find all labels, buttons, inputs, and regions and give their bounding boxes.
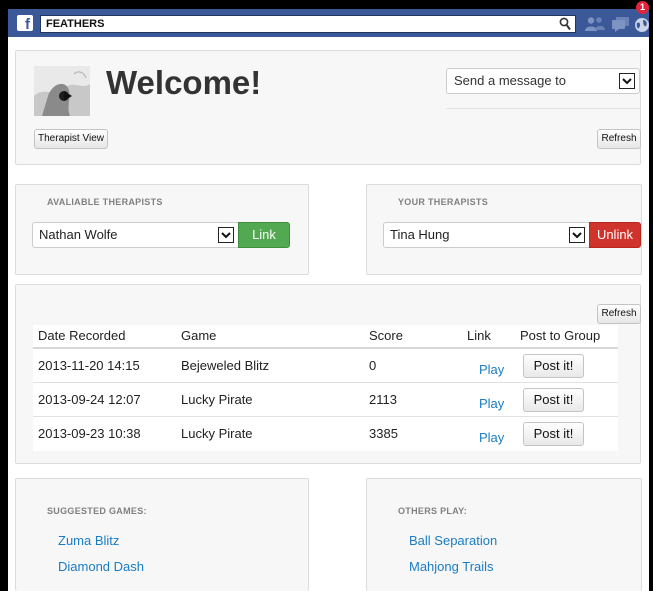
welcome-panel: Welcome! Send a message to Therapist Vie… (15, 50, 641, 165)
chevron-down-icon[interactable] (218, 227, 234, 243)
suggested-games-panel: SUGGESTED GAMES: Zuma Blitz Diamond Dash (15, 478, 309, 591)
chevron-down-icon[interactable] (619, 73, 635, 89)
facebook-top-bar: f FEATHERS (8, 9, 649, 37)
header-link: Link (467, 328, 491, 343)
your-therapists-panel: YOUR THERAPISTS Tina Hung Unlink (366, 184, 642, 275)
row-game: Lucky Pirate (181, 426, 253, 441)
suggested-game-link[interactable]: Zuma Blitz (58, 533, 119, 548)
row-score: 3385 (369, 426, 398, 441)
suggested-game-link[interactable]: Diamond Dash (58, 559, 144, 574)
refresh-button[interactable]: Refresh (597, 129, 641, 149)
send-message-placeholder: Send a message to (454, 73, 567, 88)
therapist-view-button[interactable]: Therapist View (34, 129, 108, 149)
refresh-scores-button[interactable]: Refresh (597, 304, 641, 324)
row-score: 2113 (369, 392, 397, 407)
scores-panel: Refresh Date Recorded Game Score Link Po… (15, 284, 641, 464)
row-game: Bejeweled Blitz (181, 358, 270, 373)
row-date: 2013-11-20 14:15 (38, 358, 140, 373)
your-therapist-value: Tina Hung (390, 227, 450, 242)
your-therapist-select[interactable]: Tina Hung (383, 222, 590, 248)
app-name: FEATHERS (46, 18, 105, 30)
others-play-title: OTHERS PLAY: (398, 506, 468, 516)
available-therapist-select[interactable]: Nathan Wolfe (32, 222, 239, 248)
notification-badge[interactable]: 1 (636, 1, 649, 14)
available-therapists-title: AVALIABLE THERAPISTS (47, 197, 163, 207)
scores-table: Date Recorded Game Score Link Post to Gr… (33, 325, 618, 451)
avatar (34, 66, 90, 116)
post-it-button[interactable]: Post it! (523, 422, 584, 446)
friends-icon[interactable] (585, 16, 605, 32)
suggested-games-title: SUGGESTED GAMES: (47, 506, 147, 516)
others-game-link[interactable]: Ball Separation (409, 533, 497, 548)
avatar-image (34, 66, 90, 116)
divider (446, 108, 640, 109)
others-play-panel: OTHERS PLAY: Ball Separation Mahjong Tra… (366, 478, 642, 591)
globe-icon[interactable] (634, 16, 652, 32)
header-post: Post to Group (520, 328, 601, 343)
table-header: Date Recorded Game Score Link Post to Gr… (33, 325, 618, 349)
table-row: 2013-09-23 10:38 Lucky Pirate 3385 Play … (33, 417, 618, 451)
play-link[interactable]: Play (479, 362, 504, 377)
header-game: Game (181, 328, 217, 343)
link-button[interactable]: Link (238, 222, 290, 248)
header-score: Score (369, 328, 403, 343)
chevron-down-icon[interactable] (569, 227, 585, 243)
facebook-logo-icon[interactable]: f (17, 15, 33, 31)
table-row: 2013-11-20 14:15 Bejeweled Blitz 0 Play … (33, 349, 618, 383)
post-it-button[interactable]: Post it! (523, 388, 584, 412)
play-link[interactable]: Play (479, 430, 504, 445)
row-date: 2013-09-24 12:07 (38, 392, 141, 407)
others-game-link[interactable]: Mahjong Trails (409, 559, 494, 574)
play-link[interactable]: Play (479, 396, 504, 411)
messages-icon[interactable] (612, 16, 630, 32)
window-frame-left (0, 0, 8, 591)
search-icon[interactable] (559, 17, 571, 31)
row-score: 0 (369, 358, 377, 373)
available-therapists-panel: AVALIABLE THERAPISTS Nathan Wolfe Link (15, 184, 309, 275)
unlink-button[interactable]: Unlink (589, 222, 641, 248)
table-row: 2013-09-24 12:07 Lucky Pirate 2113 Play … (33, 383, 618, 417)
row-date: 2013-09-23 10:38 (38, 426, 141, 441)
row-game: Lucky Pirate (181, 392, 253, 407)
window-frame-top (0, 0, 653, 9)
send-message-select[interactable]: Send a message to (446, 68, 640, 94)
header-date: Date Recorded (38, 328, 126, 343)
your-therapists-title: YOUR THERAPISTS (398, 197, 489, 207)
page-title: Welcome! (106, 64, 262, 101)
app-title-search-field[interactable]: FEATHERS (40, 15, 576, 33)
post-it-button[interactable]: Post it! (523, 354, 584, 378)
available-therapist-value: Nathan Wolfe (39, 227, 118, 242)
window-frame-right (649, 0, 653, 591)
